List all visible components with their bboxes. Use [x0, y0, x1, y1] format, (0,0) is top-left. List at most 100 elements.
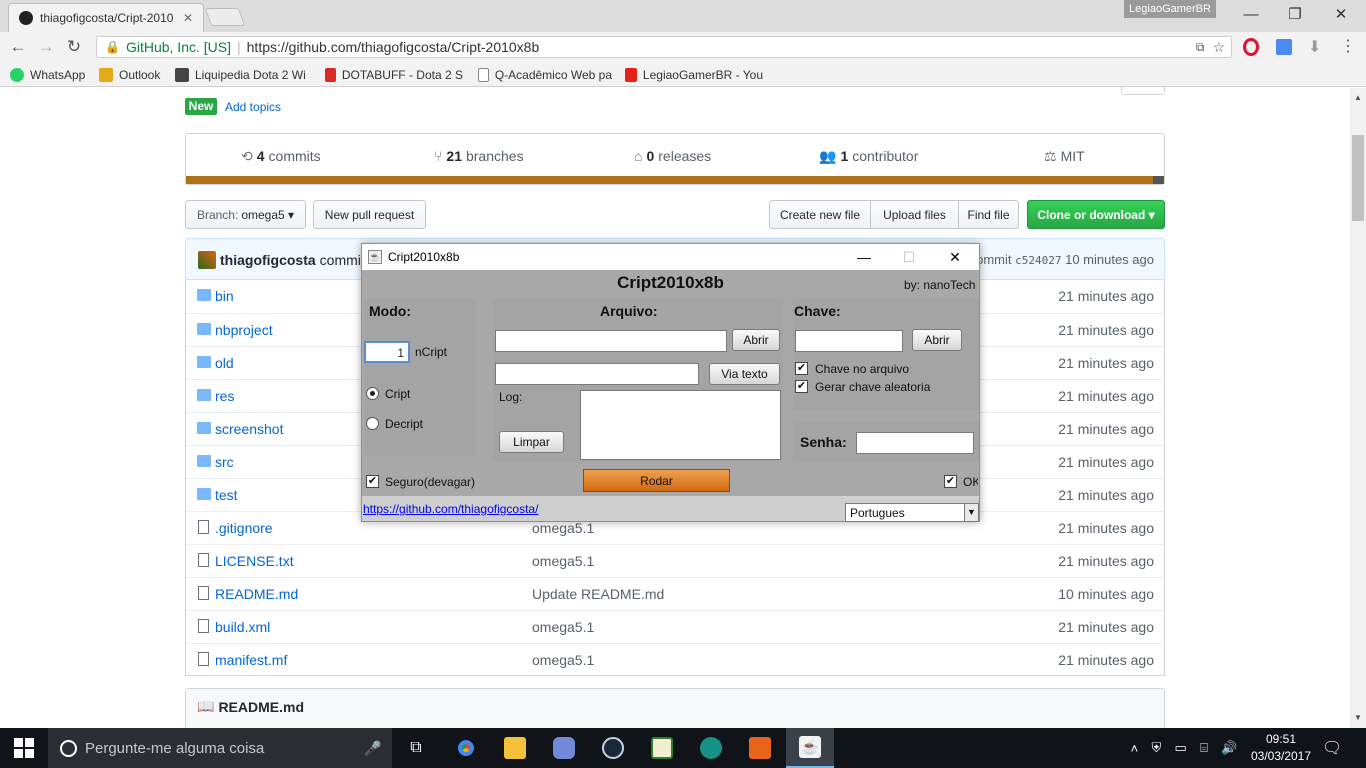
language-select[interactable]: Portugues ▼ — [845, 503, 979, 522]
bookmark-whatsapp[interactable]: WhatsApp — [10, 66, 90, 84]
chave-field[interactable] — [795, 330, 903, 352]
close-icon[interactable]: ✕ — [1318, 2, 1364, 28]
file-row[interactable]: build.xml omega5.1 21 minutes ago — [186, 610, 1164, 643]
upload-files-button[interactable]: Upload files — [870, 200, 959, 229]
file-commit-message[interactable]: omega5.1 — [532, 553, 594, 569]
profile-badge[interactable]: LegiaoGamerBR — [1124, 0, 1216, 18]
volume-icon[interactable]: 🔊 — [1221, 740, 1237, 756]
cript-radio[interactable] — [366, 387, 379, 400]
file-name[interactable]: build.xml — [215, 619, 270, 635]
new-pull-request-button[interactable]: New pull request — [313, 200, 426, 229]
bookmark-outlook[interactable]: Outlook — [99, 66, 165, 84]
java-taskbar-icon[interactable]: ☕ — [786, 728, 834, 768]
bookmark-youtube[interactable]: LegiaoGamerBR - You — [625, 66, 763, 84]
windows-start-icon[interactable] — [14, 738, 34, 758]
file-name[interactable]: bin — [215, 288, 234, 304]
file-name[interactable]: LICENSE.txt — [215, 553, 294, 569]
task-view-icon[interactable]: ⧉ — [392, 728, 440, 768]
network-icon[interactable]: ⌸ — [1200, 740, 1208, 756]
reload-icon[interactable]: ↻ — [62, 36, 86, 58]
license-link[interactable]: ⚖ MIT — [1044, 147, 1085, 165]
commit-sha[interactable]: c524027 — [1015, 254, 1061, 267]
branches-link[interactable]: ⑂ 21 branches — [434, 147, 524, 165]
cript-minimize-icon[interactable]: — — [841, 244, 887, 270]
senha-field[interactable] — [856, 432, 974, 454]
language-bar[interactable] — [186, 176, 1164, 184]
arquivo-path-field[interactable] — [495, 330, 727, 352]
arquivo-abrir-button[interactable]: Abrir — [732, 329, 780, 351]
log-textarea[interactable] — [580, 390, 781, 460]
chevron-down-icon[interactable]: ▼ — [964, 504, 978, 521]
committer-name[interactable]: thiagofigcosta — [220, 252, 316, 268]
file-commit-message[interactable]: omega5.1 — [532, 520, 594, 536]
discord-icon[interactable] — [540, 728, 588, 768]
file-name[interactable]: .gitignore — [215, 520, 273, 536]
add-topics-link[interactable]: Add topics — [225, 100, 281, 114]
browser-tab[interactable]: thiagofigcosta/Cript-2010 ✕ — [8, 3, 204, 32]
ok-checkbox[interactable]: ✔ — [944, 475, 957, 488]
google-translate-icon[interactable] — [1276, 39, 1292, 55]
chave-abrir-button[interactable]: Abrir — [912, 329, 962, 351]
microphone-icon[interactable]: 🎤 — [364, 740, 381, 757]
back-icon[interactable]: ← — [6, 36, 30, 58]
download-icon[interactable]: ⬇ — [1308, 37, 1321, 57]
maximize-icon[interactable]: ❐ — [1272, 2, 1318, 28]
commits-link[interactable]: ⟲ 4 commits — [241, 147, 321, 165]
taskbar-search[interactable]: Pergunte-me alguma coisa — [48, 728, 392, 768]
forward-icon[interactable]: → — [34, 36, 58, 58]
create-new-file-button[interactable]: Create new file — [769, 200, 871, 229]
star-icon[interactable]: ☆ — [1212, 39, 1225, 56]
file-name[interactable]: nbproject — [215, 322, 273, 338]
seguro-checkbox[interactable]: ✔ — [366, 475, 379, 488]
file-name[interactable]: test — [215, 487, 238, 503]
scrollbar-thumb[interactable] — [1352, 135, 1364, 221]
file-name[interactable]: manifest.mf — [215, 652, 287, 668]
language-bar-other[interactable] — [1153, 176, 1164, 184]
tab-close-icon[interactable]: ✕ — [183, 11, 193, 25]
repo-action-button[interactable] — [1121, 86, 1165, 95]
cript-close-icon[interactable]: ✕ — [932, 244, 978, 270]
file-row[interactable]: README.md Update README.md 10 minutes ago — [186, 577, 1164, 610]
find-file-button[interactable]: Find file — [958, 200, 1019, 229]
limpar-button[interactable]: Limpar — [499, 431, 564, 453]
bookmark-qacademico[interactable]: Q-Acadêmico Web pa — [478, 66, 612, 84]
scroll-up-icon[interactable]: ▲ — [1350, 90, 1366, 106]
minimize-icon[interactable]: — — [1228, 2, 1274, 28]
taskbar-clock[interactable]: 09:51 03/03/2017 — [1247, 731, 1315, 765]
file-name[interactable]: README.md — [215, 586, 298, 602]
file-commit-message[interactable]: omega5.1 — [532, 652, 594, 668]
app-orange-icon[interactable] — [736, 728, 784, 768]
releases-link[interactable]: ⌂ 0 releases — [634, 147, 711, 165]
via-texto-field[interactable] — [495, 363, 699, 385]
file-commit-message[interactable]: omega5.1 — [532, 619, 594, 635]
bookmark-liquipedia[interactable]: Liquipedia Dota 2 Wi — [175, 66, 312, 84]
opera-icon[interactable] — [1243, 38, 1259, 56]
address-bar[interactable]: 🔒 GitHub, Inc. [US] | https://github.com… — [96, 36, 1232, 58]
notifications-icon[interactable]: 🗨 — [1322, 738, 1342, 758]
scroll-down-icon[interactable]: ▼ — [1350, 710, 1366, 726]
file-row[interactable]: manifest.mf omega5.1 21 minutes ago — [186, 643, 1164, 676]
steam-icon[interactable] — [589, 728, 637, 768]
menu-icon[interactable]: ⋮ — [1340, 36, 1356, 56]
bookmark-dotabuff[interactable]: DOTABUFF - Dota 2 S — [325, 66, 463, 84]
avatar[interactable] — [198, 251, 216, 269]
file-name[interactable]: screenshot — [215, 421, 283, 437]
file-commit-message[interactable]: Update README.md — [532, 586, 664, 602]
gitkraken-icon[interactable] — [687, 728, 735, 768]
file-row[interactable]: LICENSE.txt omega5.1 21 minutes ago — [186, 544, 1164, 577]
spreadsheet-icon[interactable] — [638, 728, 686, 768]
cript-maximize-icon[interactable]: ☐ — [886, 244, 932, 270]
rodar-button[interactable]: Rodar — [583, 469, 730, 492]
gerar-chave-checkbox[interactable]: ✔ — [795, 380, 808, 393]
clone-download-button[interactable]: Clone or download ▾ — [1027, 200, 1165, 229]
contributors-link[interactable]: 👥 1 contributor — [819, 147, 918, 165]
shield-icon[interactable]: ⛨ — [1151, 740, 1161, 756]
new-tab-button[interactable] — [204, 8, 246, 26]
chave-no-arquivo-checkbox[interactable]: ✔ — [795, 362, 808, 375]
file-name[interactable]: src — [215, 454, 234, 470]
decript-radio[interactable] — [366, 417, 379, 430]
chrome-taskbar-icon[interactable] — [442, 728, 490, 768]
chevron-up-icon[interactable]: ˄ — [1131, 741, 1139, 756]
github-link[interactable]: https://github.com/thiagofigcosta/ — [363, 502, 538, 516]
via-texto-button[interactable]: Via texto — [709, 363, 780, 385]
